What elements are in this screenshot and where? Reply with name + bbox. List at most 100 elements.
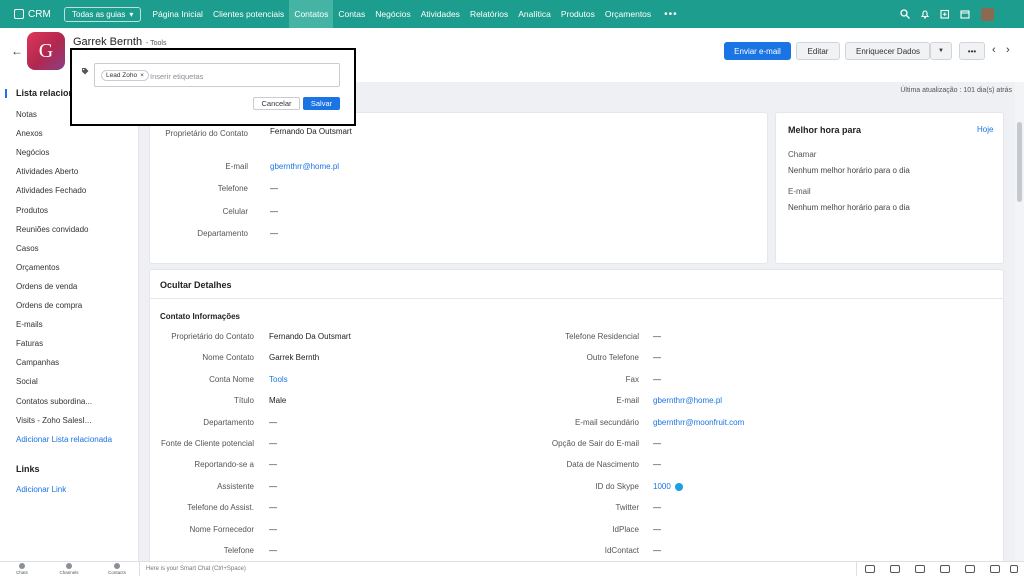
field-value: — [269, 439, 277, 448]
skype-icon[interactable] [675, 482, 683, 491]
screen-icon[interactable] [865, 565, 875, 573]
back-arrow-icon[interactable]: ← [11, 44, 23, 58]
tab-neg-cios[interactable]: Negócios [370, 0, 415, 28]
contact-avatar[interactable]: G [27, 32, 65, 70]
chevron-down-icon[interactable]: ▼ [930, 42, 952, 60]
tag-input-field[interactable]: Lead Zoho × Inserir etiquetas [94, 63, 340, 87]
field-value[interactable]: Tools [269, 375, 288, 384]
tab-clientes-potenciais[interactable]: Clientes potenciais [208, 0, 289, 28]
field-value[interactable]: gbernthrr@home.pl [270, 162, 339, 171]
sidebar-item[interactable]: E-mails [16, 320, 43, 329]
sidebar-item[interactable]: Atividades Fechado [16, 186, 86, 195]
sidebar-item[interactable]: Ordens de compra [16, 301, 82, 310]
field-value: — [653, 374, 661, 384]
translate-icon[interactable] [940, 565, 950, 573]
field-value: — [653, 353, 661, 363]
field-value[interactable]: 1000 [653, 482, 671, 491]
more-modules-button[interactable]: ••• [656, 9, 686, 20]
tab-relat-rios[interactable]: Relatórios [465, 0, 513, 28]
best-time-title: Melhor hora para [788, 125, 862, 135]
gamepad-icon[interactable] [890, 565, 900, 573]
save-button[interactable]: Salvar [303, 97, 340, 110]
field-value: — [653, 332, 661, 341]
chats-button[interactable]: Chats [10, 563, 34, 575]
people-icon[interactable] [915, 565, 925, 573]
clock-icon[interactable] [990, 565, 1000, 573]
sidebar-item[interactable]: Notas [16, 110, 37, 119]
tab-atividades[interactable]: Atividades [416, 0, 465, 28]
field-label: Telefone do Assist. [187, 503, 254, 513]
field-label: Departamento [203, 417, 254, 427]
all-tabs-dropdown[interactable]: Todas as guias ▾ [64, 6, 142, 22]
email-best-time: Nenhum melhor horário para o dia [788, 203, 910, 212]
tab-or-amentos[interactable]: Orçamentos [600, 0, 656, 28]
today-link[interactable]: Hoje [977, 125, 993, 134]
cancel-button[interactable]: Cancelar [253, 97, 300, 110]
tag-icon [81, 67, 89, 77]
crm-logo[interactable]: CRM [14, 9, 62, 20]
field-label: Fax [625, 374, 639, 384]
field-label: E-mail secundário [574, 417, 639, 427]
add-record-icon[interactable] [940, 9, 950, 19]
summary-card: Proprietário do Contato Fernando Da Outsm… [149, 112, 768, 264]
sidebar-item[interactable]: Ordens de venda [16, 282, 77, 291]
pen-icon[interactable] [1010, 565, 1018, 573]
edit-button[interactable]: Editar [796, 42, 840, 60]
add-link[interactable]: Adicionar Link [16, 485, 66, 494]
email-label: E-mail [788, 187, 811, 196]
next-record-icon[interactable]: › [1006, 44, 1010, 56]
all-tabs-label: Todas as guias [72, 9, 126, 19]
links-title: Links [16, 464, 40, 474]
smart-chat-input[interactable]: Here is your Smart Chat (Ctrl+Space) [139, 562, 857, 576]
sidebar-item[interactable]: Faturas [16, 339, 43, 348]
field-label: Proprietário do Contato [171, 332, 254, 341]
bell-icon[interactable] [920, 9, 930, 19]
contacts-label: Contacts [108, 570, 126, 575]
sidebar-item[interactable]: Visits - Zoho SalesI... [16, 416, 91, 425]
sidebar-item[interactable]: Atividades Aberto [16, 167, 78, 176]
sidebar-item[interactable]: Anexos [16, 129, 43, 138]
sidebar-item[interactable]: Campanhas [16, 358, 59, 367]
tag-chip-label: Lead Zoho [106, 72, 138, 79]
sidebar-item[interactable]: Negócios [16, 148, 49, 157]
contact-name: Garrek Bernth [73, 36, 143, 48]
tag-chip[interactable]: Lead Zoho × [101, 70, 149, 81]
sidebar-item[interactable]: Reuniões convidado [16, 225, 89, 234]
field-label: Outro Telefone [586, 353, 639, 363]
tab-anal-tica[interactable]: Analítica [513, 0, 556, 28]
field-value[interactable]: gbernthrr@home.pl [653, 396, 722, 405]
collapse-marker[interactable] [5, 89, 7, 98]
enrich-data-button[interactable]: Enriquecer Dados [845, 42, 930, 60]
sidebar-item[interactable]: Social [16, 377, 38, 386]
sidebar-item[interactable]: Produtos [16, 206, 48, 215]
user-avatar[interactable] [981, 8, 994, 21]
calendar-icon[interactable] [960, 9, 970, 19]
channels-button[interactable]: Channels [57, 563, 81, 575]
field-value[interactable]: gbernthrr@moonfruit.com [653, 418, 744, 427]
tag-editor-popup: Lead Zoho × Inserir etiquetas Cancelar S… [70, 48, 356, 126]
hide-details-toggle[interactable]: Ocultar Detalhes [160, 280, 232, 290]
previous-record-icon[interactable]: ‹ [992, 44, 996, 56]
scrollbar-thumb[interactable] [1017, 122, 1022, 202]
tab-produtos[interactable]: Produtos [556, 0, 600, 28]
field-label: Nome Contato [202, 353, 254, 363]
best-time-card: Melhor hora para Hoje Chamar Nenhum melh… [775, 112, 1004, 264]
contacts-button[interactable]: Contacts [105, 563, 129, 575]
field-label: Twitter [615, 503, 639, 513]
field-label: Celular [222, 207, 248, 216]
field-label: Opção de Sair do E-mail [551, 439, 639, 448]
search-icon[interactable] [900, 9, 910, 19]
alarm-icon[interactable] [965, 565, 975, 573]
top-navigation-bar: CRM Todas as guias ▾ Página Inicial Clien… [0, 0, 1024, 28]
send-email-button[interactable]: Enviar e-mail [724, 42, 791, 60]
tab-contatos[interactable]: Contatos [289, 0, 334, 28]
close-icon[interactable]: × [140, 72, 144, 79]
sidebar-item[interactable]: Orçamentos [16, 263, 60, 272]
tab-p-gina-inicial[interactable]: Página Inicial [147, 0, 208, 28]
more-actions-button[interactable]: ••• [959, 42, 985, 60]
page-scrollbar[interactable] [1015, 82, 1024, 561]
sidebar-item[interactable]: Contatos subordina... [16, 397, 92, 406]
tab-contas[interactable]: Contas [333, 0, 370, 28]
sidebar-item[interactable]: Casos [16, 244, 39, 253]
contact-account[interactable]: - Tools [146, 40, 167, 47]
